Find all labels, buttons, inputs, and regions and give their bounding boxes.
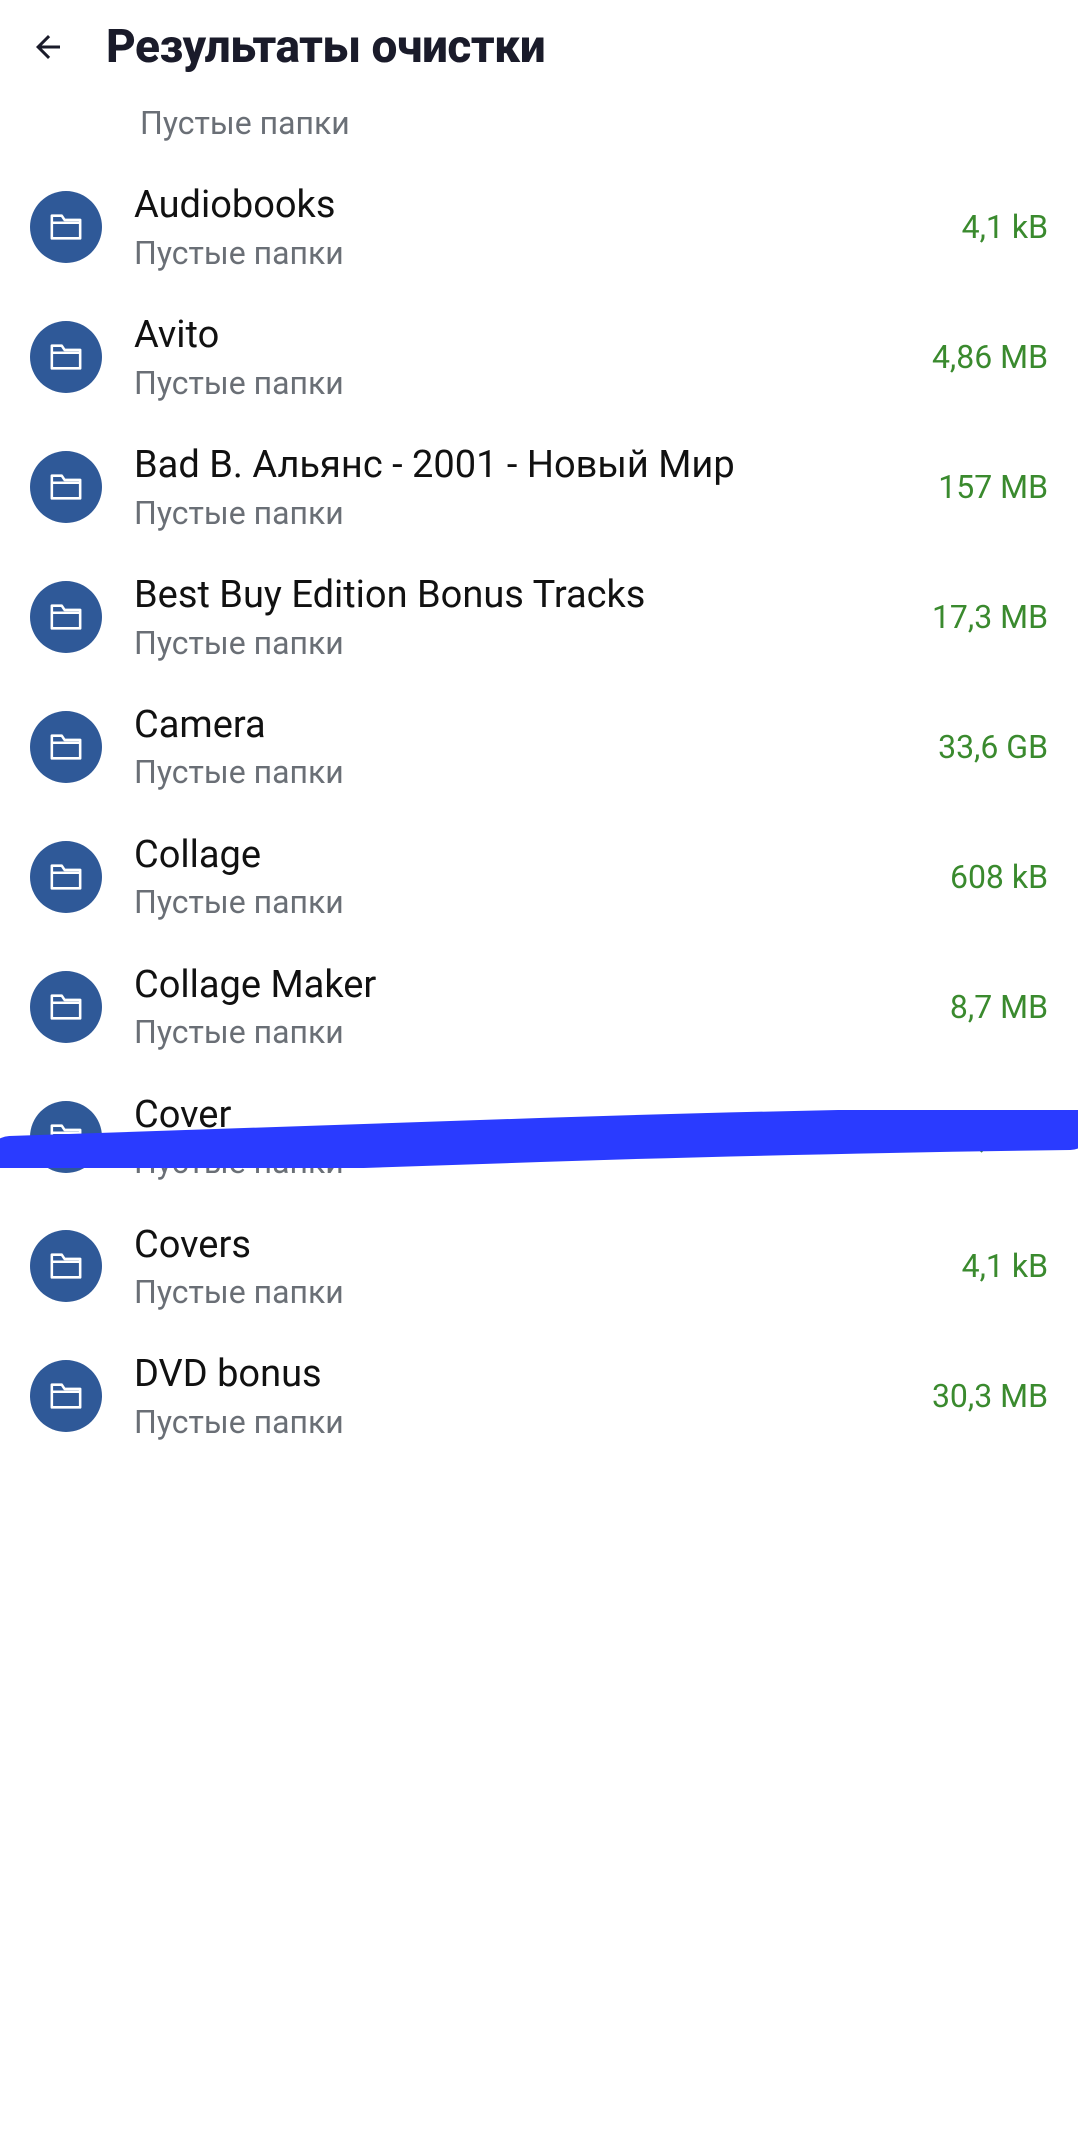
page-title: Результаты очистки (106, 20, 545, 74)
list-item[interactable]: Camera Пустые папки 33,6 GB (30, 682, 1048, 812)
item-size: 157 MB (938, 468, 1048, 506)
item-title: Best Buy Edition Bonus Tracks (134, 572, 900, 620)
list-item[interactable]: Avito Пустые папки 4,86 MB (30, 292, 1048, 422)
folder-icon (30, 711, 102, 783)
folder-icon (30, 1360, 102, 1432)
item-subtitle: Пустые папки (140, 104, 1048, 142)
list-item[interactable]: DVD bonus Пустые папки 30,3 MB (30, 1331, 1048, 1461)
item-title: Covers (134, 1222, 930, 1270)
folder-icon (30, 191, 102, 263)
item-size: 17,3 MB (932, 598, 1048, 636)
item-title: Avito (134, 312, 900, 360)
folder-icon (30, 1101, 102, 1173)
list-item[interactable]: Audiobooks Пустые папки 4,1 kB (30, 162, 1048, 292)
item-size: 4,1 kB (962, 1118, 1048, 1156)
list-item-partial[interactable]: Пустые папки (30, 104, 1048, 162)
header: Результаты очистки (0, 0, 1078, 104)
folder-icon (30, 971, 102, 1043)
list-item[interactable]: Covers Пустые папки 4,1 kB (30, 1202, 1048, 1332)
item-size: 33,6 GB (938, 728, 1048, 766)
item-title: Audiobooks (134, 182, 930, 230)
folder-icon (30, 581, 102, 653)
list-item[interactable]: Collage Maker Пустые папки 8,7 MB (30, 942, 1048, 1072)
item-subtitle: Пустые папки (134, 753, 906, 791)
item-size: 4,1 kB (962, 1247, 1048, 1285)
folder-icon (30, 321, 102, 393)
item-subtitle: Пустые папки (134, 1273, 930, 1311)
item-subtitle: Пустые папки (134, 1403, 900, 1441)
item-title: Collage Maker (134, 962, 918, 1010)
folder-icon (30, 1230, 102, 1302)
item-subtitle: Пустые папки (134, 624, 900, 662)
folder-icon (30, 841, 102, 913)
item-size: 4,1 kB (962, 208, 1048, 246)
list-item[interactable]: Bad B. Альянс - 2001 - Новый Мир Пустые … (30, 422, 1048, 552)
item-subtitle: Пустые папки (134, 1013, 918, 1051)
item-size: 8,7 MB (950, 988, 1048, 1026)
results-list: Пустые папки Audiobooks Пустые папки 4,1… (0, 104, 1078, 1491)
item-title: DVD bonus (134, 1351, 900, 1399)
item-title: Cover (134, 1092, 930, 1140)
list-item[interactable]: Best Buy Edition Bonus Tracks Пустые пап… (30, 552, 1048, 682)
item-title: Bad B. Альянс - 2001 - Новый Мир (134, 442, 906, 490)
item-size: 4,86 MB (932, 338, 1048, 376)
item-size: 30,3 MB (932, 1377, 1048, 1415)
list-item[interactable]: Cover Пустые папки 4,1 kB (30, 1072, 1048, 1202)
item-subtitle: Пустые папки (134, 234, 930, 272)
item-size: 608 kB (950, 858, 1048, 896)
list-item[interactable]: Collage Пустые папки 608 kB (30, 812, 1048, 942)
item-title: Camera (134, 702, 906, 750)
item-subtitle: Пустые папки (134, 364, 900, 402)
item-title: Collage (134, 832, 918, 880)
item-subtitle: Пустые папки (134, 1143, 930, 1181)
back-icon[interactable] (30, 29, 66, 65)
item-subtitle: Пустые папки (134, 494, 906, 532)
folder-icon (30, 451, 102, 523)
item-subtitle: Пустые папки (134, 883, 918, 921)
